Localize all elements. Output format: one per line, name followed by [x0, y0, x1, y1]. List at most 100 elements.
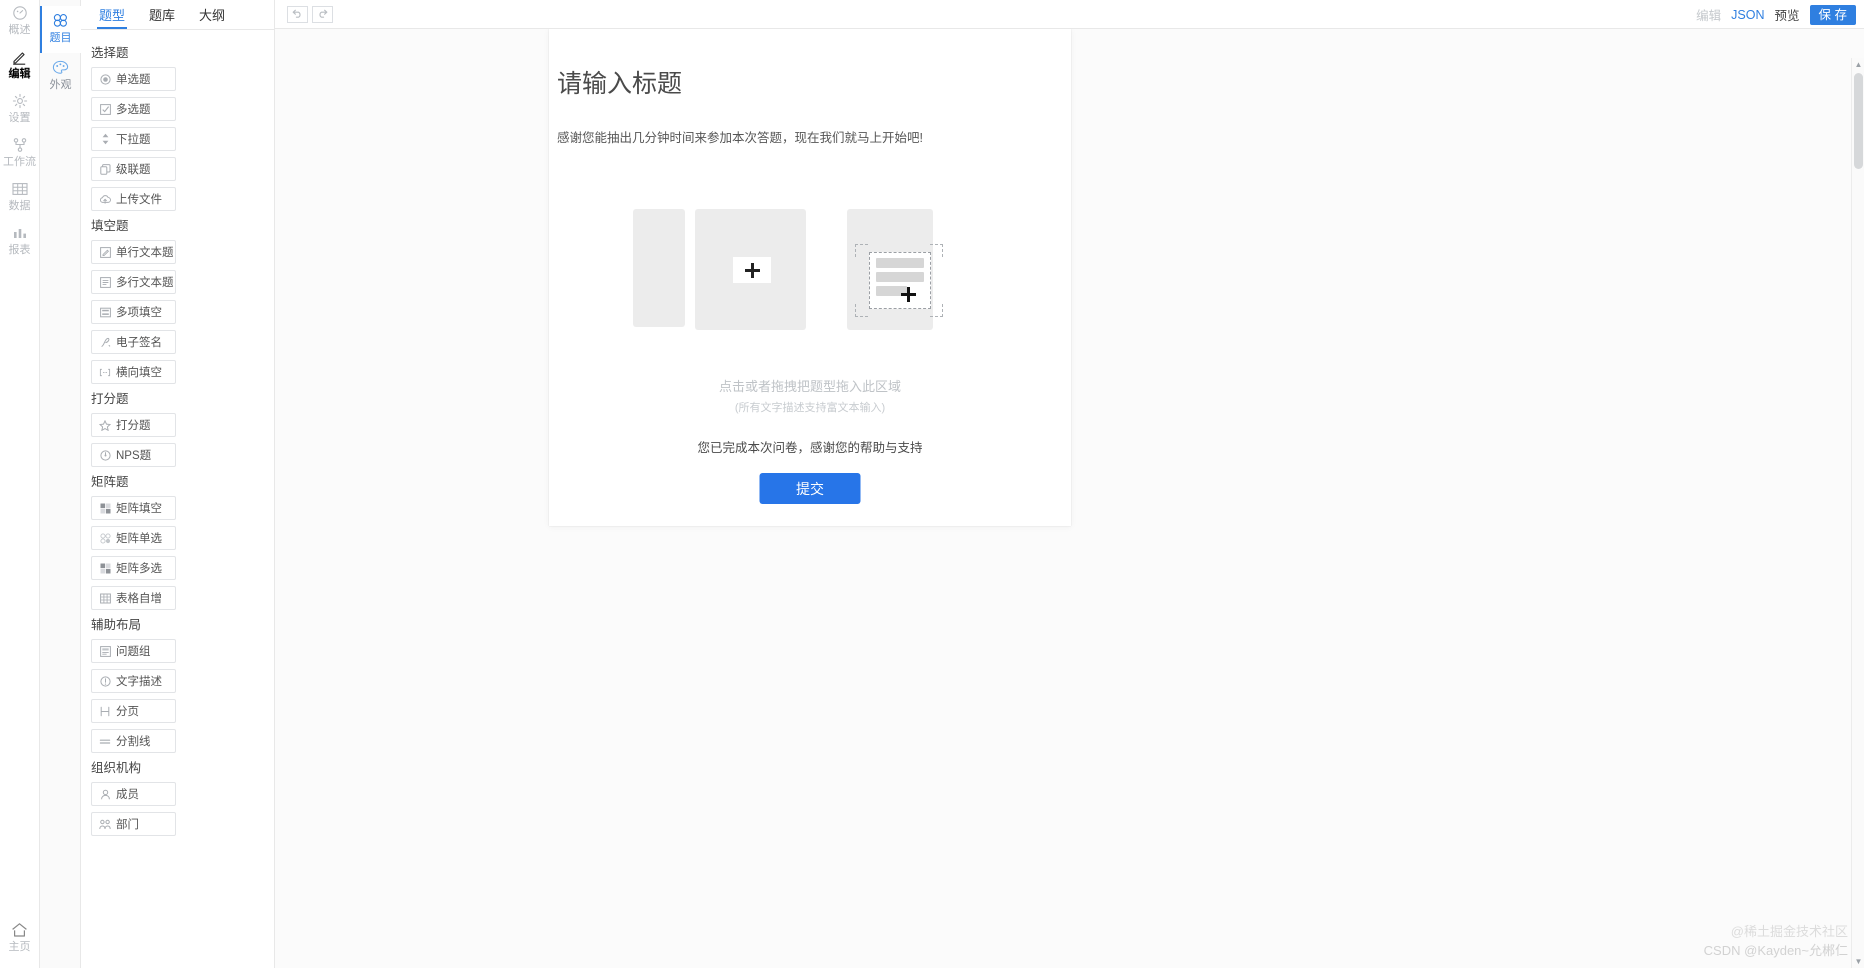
rail-label-reports: 报表: [8, 244, 31, 256]
palette-tabs: 题型 题库 大纲: [81, 0, 274, 30]
qtype-matrix-single[interactable]: 矩阵单选: [91, 526, 176, 550]
scroll-down-icon[interactable]: ▼: [1852, 955, 1864, 968]
group-title-choice: 选择题: [91, 46, 129, 60]
qtype-cascade[interactable]: 级联题: [91, 157, 176, 181]
qtype-single-line-text[interactable]: 单行文本题: [91, 240, 176, 264]
qtype-label: 问题组: [116, 646, 151, 658]
toolbar-preview-link[interactable]: 预览: [1775, 5, 1800, 24]
qtype-label: 单行文本题: [116, 247, 174, 259]
workflow-icon: [12, 136, 28, 154]
rail-item-reports[interactable]: 报表: [0, 224, 40, 257]
tab-outline[interactable]: 大纲: [187, 9, 237, 29]
group-title-rating: 打分题: [91, 392, 129, 406]
qtype-dropdown[interactable]: 下拉题: [91, 127, 176, 151]
group-title-fill: 填空题: [91, 219, 129, 233]
save-button[interactable]: 保 存: [1809, 4, 1856, 25]
qtype-label: 多行文本题: [116, 277, 174, 289]
qtype-grid-autogrow[interactable]: 表格自增: [91, 586, 176, 610]
gauge-icon: [12, 4, 28, 22]
qtype-divider[interactable]: 分割线: [91, 729, 176, 753]
user-icon: [99, 788, 111, 800]
survey-sheet: 请输入标题 感谢您能抽出几分钟时间来参加本次答题，现在我们就马上开始吧! 点击或…: [549, 29, 1071, 526]
app-root: 概述 编辑 设置 工作流 数据 报表 主页 题目 外观 题型 题库 大纲 选择题…: [0, 0, 1864, 968]
vtab-questions[interactable]: 题目: [40, 6, 81, 53]
ghost-bar: [876, 258, 924, 268]
group-grid-matrix: 矩阵填空 矩阵单选 矩阵多选 表格自增: [81, 496, 274, 610]
add-question-chip[interactable]: [733, 257, 771, 283]
qtype-label: 文字描述: [116, 676, 162, 688]
group-title-matrix: 矩阵题: [91, 475, 129, 489]
group-grid-rating: 打分题 NPS题: [81, 413, 274, 467]
edit-square-icon: [99, 246, 111, 258]
secondary-nav-tabs: 题目 外观: [40, 0, 81, 968]
gear-icon: [12, 92, 28, 110]
rail-item-edit[interactable]: 编辑: [0, 48, 40, 81]
qtype-question-group[interactable]: 问题组: [91, 639, 176, 663]
star-icon: [99, 419, 111, 431]
checkbox-icon: [99, 103, 111, 115]
multiline-icon: [99, 276, 111, 288]
vtab-label-appearance: 外观: [49, 79, 72, 91]
qtype-upload-file[interactable]: 上传文件: [91, 187, 176, 211]
corner-marker-bottom-right: [930, 304, 943, 317]
qtype-multi-line-text[interactable]: 多行文本题: [91, 270, 176, 294]
pencil-icon: [11, 48, 28, 66]
survey-canvas: 请输入标题 感谢您能抽出几分钟时间来参加本次答题，现在我们就马上开始吧! 点击或…: [275, 29, 1864, 968]
ghost-bar: [876, 272, 924, 282]
matrix-radio-icon: [99, 532, 111, 544]
question-type-palette: 题型 题库 大纲 选择题 单选题 多选题 下拉题 级联题 上传文件 填空题 单行…: [81, 0, 275, 968]
rail-item-workflow[interactable]: 工作流: [0, 136, 40, 169]
qtype-label: 分页: [116, 706, 139, 718]
toolbar-edit-link[interactable]: 编辑: [1696, 5, 1721, 24]
group-title-layout: 辅助布局: [91, 618, 142, 632]
qtype-member[interactable]: 成员: [91, 782, 176, 806]
canvas-scrollbar[interactable]: ▲ ▼: [1851, 58, 1864, 968]
qtype-inline-blank[interactable]: 横向填空: [91, 360, 176, 384]
survey-intro[interactable]: 感谢您能抽出几分钟时间来参加本次答题，现在我们就马上开始吧!: [557, 129, 1071, 147]
org-icon: [99, 818, 111, 830]
qtype-label: 矩阵单选: [116, 533, 162, 545]
undo-button[interactable]: [287, 5, 308, 23]
qtype-label: 上传文件: [116, 194, 162, 206]
qtype-multi-choice[interactable]: 多选题: [91, 97, 176, 121]
survey-finish-text: 您已完成本次问卷，感谢您的帮助与支持: [697, 441, 923, 455]
survey-title[interactable]: 请输入标题: [557, 67, 1071, 101]
corner-marker-bottom-left: [855, 304, 868, 317]
qtype-text-description[interactable]: 文字描述: [91, 669, 176, 693]
qtype-label: 成员: [116, 789, 139, 801]
rail-label-overview: 概述: [8, 24, 31, 36]
editor-toolbar: 编辑 JSON 预览 保 存: [275, 0, 1864, 29]
qtype-signature[interactable]: 电子签名: [91, 330, 176, 354]
scrollbar-thumb[interactable]: [1854, 73, 1863, 169]
tab-question-types[interactable]: 题型: [87, 9, 137, 29]
toolbar-json-link[interactable]: JSON: [1731, 8, 1764, 22]
rail-item-overview[interactable]: 概述: [0, 4, 40, 37]
drop-zone-hint: 点击或者拖拽把题型拖入此区域: [718, 379, 901, 394]
submit-button[interactable]: 提交: [759, 473, 861, 504]
rail-item-home[interactable]: 主页: [0, 921, 40, 954]
page-break-icon: [99, 705, 111, 717]
drag-ghost-card: [869, 252, 931, 309]
question-drop-zone[interactable]: [563, 182, 1057, 372]
qtype-nps[interactable]: NPS题: [91, 443, 176, 467]
scroll-up-icon[interactable]: ▲: [1852, 58, 1864, 71]
rail-item-data[interactable]: 数据: [0, 180, 40, 213]
signature-pen-icon: [99, 336, 111, 348]
group-grid-fill: 单行文本题 多行文本题 多项填空 电子签名 横向填空: [81, 240, 274, 384]
qtype-matrix-multi[interactable]: 矩阵多选: [91, 556, 176, 580]
rail-item-settings[interactable]: 设置: [0, 92, 40, 125]
qtype-page-break[interactable]: 分页: [91, 699, 176, 723]
qtype-single-choice[interactable]: 单选题: [91, 67, 176, 91]
tab-question-bank[interactable]: 题库: [137, 9, 187, 29]
qtype-matrix-blank[interactable]: 矩阵填空: [91, 496, 176, 520]
redo-button[interactable]: [312, 5, 333, 23]
upload-cloud-icon: [99, 193, 111, 205]
qtype-rating[interactable]: 打分题: [91, 413, 176, 437]
watermark-line-1: @稀土掘金技术社区: [1730, 924, 1848, 939]
rail-label-settings: 设置: [8, 112, 31, 124]
vtab-appearance[interactable]: 外观: [40, 53, 81, 100]
qtype-department[interactable]: 部门: [91, 812, 176, 836]
main-region: 编辑 JSON 预览 保 存 请输入标题 感谢您能抽出几分钟时间来参加本次答题，…: [275, 0, 1864, 968]
qtype-multi-blank[interactable]: 多项填空: [91, 300, 176, 324]
matrix-blank-icon: [99, 502, 111, 514]
